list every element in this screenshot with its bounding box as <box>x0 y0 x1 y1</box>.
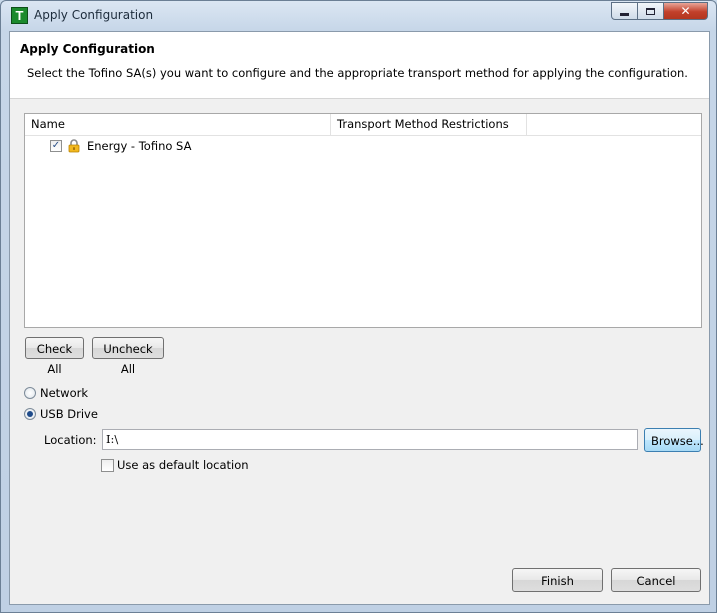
column-header-name[interactable]: Name <box>25 114 331 135</box>
finish-button[interactable]: Finish <box>512 568 603 592</box>
dialog-window: T Apply Configuration ✕ Apply Configurat… <box>0 0 717 613</box>
radio-selected-indicator <box>27 411 33 417</box>
column-header-transport-method-restrictions[interactable]: Transport Method Restrictions <box>331 114 527 135</box>
location-label: Location: <box>44 433 97 447</box>
close-button[interactable]: ✕ <box>664 2 708 20</box>
window-title: Apply Configuration <box>34 8 154 22</box>
maximize-button[interactable] <box>638 2 664 20</box>
title-bar[interactable]: T Apply Configuration ✕ <box>1 1 716 31</box>
maximize-icon <box>646 7 655 15</box>
lock-icon <box>68 139 80 153</box>
usb-drive-label[interactable]: USB Drive <box>40 407 98 421</box>
check-all-button[interactable]: Check All <box>25 337 84 376</box>
dialog-body: Apply Configuration Select the Tofino SA… <box>9 31 710 605</box>
row-checkbox[interactable]: ✓ <box>50 140 62 152</box>
window-controls: ✕ <box>611 2 708 21</box>
default-location-checkbox[interactable] <box>101 459 114 472</box>
minimize-button[interactable] <box>611 2 638 20</box>
tofino-sa-table[interactable]: Name Transport Method Restrictions ✓ Ene… <box>24 113 702 328</box>
cancel-button[interactable]: Cancel <box>611 568 701 592</box>
minimize-icon <box>620 12 629 16</box>
close-icon: ✕ <box>680 4 691 18</box>
default-location-label[interactable]: Use as default location <box>117 458 249 472</box>
uncheck-all-button[interactable]: Uncheck All <box>92 337 164 376</box>
network-radio[interactable] <box>24 387 36 399</box>
browse-button[interactable]: Browse... <box>644 428 704 452</box>
tofino-app-icon: T <box>11 7 28 24</box>
table-header: Name Transport Method Restrictions <box>25 114 701 136</box>
header-description: Select the Tofino SA(s) you want to conf… <box>27 66 688 80</box>
header-title: Apply Configuration <box>20 42 155 56</box>
table-row[interactable]: ✓ Energy - Tofino SA <box>25 136 701 156</box>
network-label[interactable]: Network <box>40 386 88 400</box>
location-input[interactable]: I:\ <box>102 429 638 450</box>
row-label: Energy - Tofino SA <box>87 139 192 153</box>
dialog-header: Apply Configuration Select the Tofino SA… <box>10 32 709 99</box>
usb-drive-radio[interactable] <box>24 408 36 420</box>
